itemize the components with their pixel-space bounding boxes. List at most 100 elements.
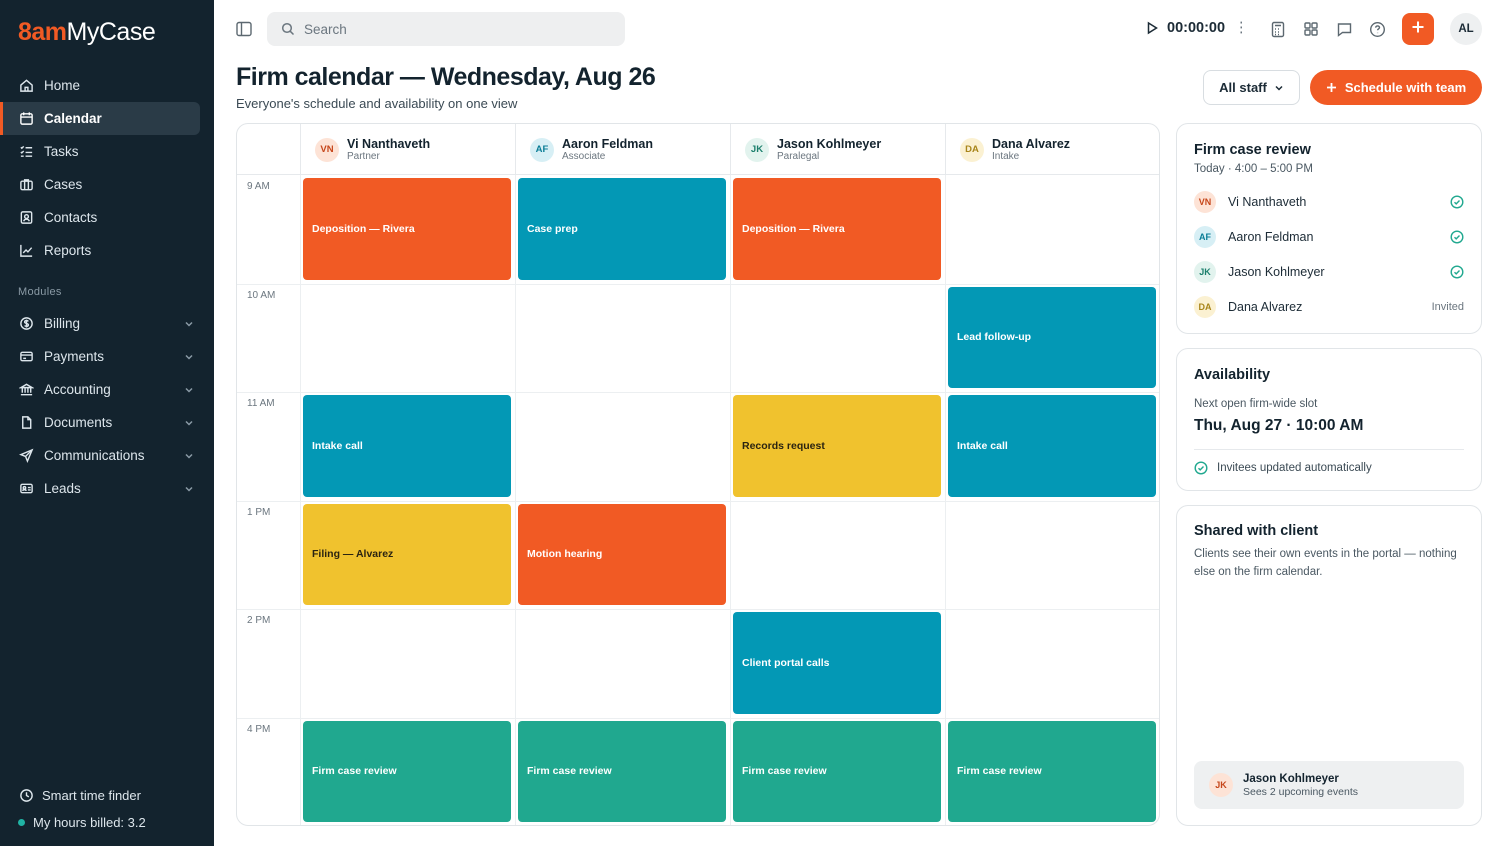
hour-divider	[237, 609, 1159, 610]
sidebar-item-leads[interactable]: Leads	[0, 472, 200, 505]
time-label: 1 PM	[247, 506, 271, 518]
calendar-event[interactable]: Firm case review	[518, 720, 726, 822]
calendar-event[interactable]: Case prep	[518, 178, 726, 280]
main-nav: Home Calendar Tasks Cases Contacts Repor…	[0, 69, 214, 505]
next-slot-value[interactable]: Thu, Aug 27 · 10:00 AM	[1194, 417, 1363, 435]
staff-column-header[interactable]: AF Aaron Feldman Associate	[515, 124, 730, 175]
briefcase-icon	[18, 177, 34, 193]
staff-column-header[interactable]: DA Dana Alvarez Intake	[945, 124, 1159, 175]
avatar: JK	[1209, 773, 1233, 797]
sidebar-item-communications[interactable]: Communications	[0, 439, 200, 472]
add-button[interactable]	[1402, 13, 1434, 45]
sidebar-item-label: Documents	[44, 415, 113, 430]
chevron-down-icon[interactable]	[184, 449, 194, 464]
staff-column-header[interactable]: JK Jason Kohlmeyer Paralegal	[730, 124, 945, 175]
plus-icon	[1411, 20, 1425, 39]
schedule-with-team-button[interactable]: Schedule with team	[1310, 70, 1482, 105]
top-bar: Search 00:00:00 ⋮ AL	[214, 0, 1504, 58]
sidebar: 8amMyCase Home Calendar Tasks Cases Cont…	[0, 0, 214, 846]
next-slot-label: Next open firm-wide slot	[1194, 398, 1318, 410]
chevron-down-icon[interactable]	[184, 350, 194, 365]
calendar-event[interactable]: Deposition — Rivera	[733, 178, 941, 280]
dollar-icon	[18, 316, 34, 332]
event-title: Firm case review	[1194, 142, 1311, 158]
calendar-event[interactable]: Firm case review	[733, 720, 941, 822]
bank-icon	[18, 382, 34, 398]
staff-name: Aaron Feldman	[562, 136, 653, 151]
calendar-event[interactable]: Lead follow-up	[948, 286, 1156, 388]
document-icon	[18, 415, 34, 431]
plus-icon	[1326, 82, 1337, 93]
search-input[interactable]: Search	[267, 12, 625, 46]
sidebar-item-label: Accounting	[44, 382, 111, 397]
chevron-down-icon[interactable]	[184, 383, 194, 398]
sidebar-item-billing[interactable]: Billing	[0, 307, 200, 340]
attendee-row[interactable]: DA Dana Alvarez Invited	[1194, 295, 1464, 319]
sidebar-item-reports[interactable]: Reports	[0, 234, 200, 267]
smart-time-finder-label: Smart time finder	[42, 788, 141, 803]
calendar-event[interactable]: Firm case review	[303, 720, 511, 822]
timer-value: 00:00:00	[1167, 20, 1226, 36]
chevron-down-icon[interactable]	[184, 317, 194, 332]
calendar-icon	[18, 111, 34, 127]
avatar: DA	[960, 137, 984, 162]
attendee-row[interactable]: VN Vi Nanthaveth	[1194, 190, 1464, 214]
event-detail-card[interactable]: Firm case review Today · 4:00 – 5:00 PM …	[1176, 123, 1482, 334]
staff-role: Partner	[347, 150, 380, 162]
chat-icon[interactable]	[1335, 20, 1353, 38]
check-circle-icon	[1194, 461, 1208, 475]
avatar: JK	[745, 137, 769, 162]
sidebar-item-documents[interactable]: Documents	[0, 406, 200, 439]
sidebar-item-label: Reports	[44, 243, 92, 258]
staff-name: Jason Kohlmeyer	[777, 136, 882, 151]
calendar-event[interactable]: Records request	[733, 395, 941, 497]
sidebar-item-calendar[interactable]: Calendar	[0, 102, 200, 135]
hours-billed-label: My hours billed: 3.2	[33, 815, 146, 830]
divider	[1194, 449, 1464, 450]
play-icon[interactable]	[1145, 21, 1159, 35]
sidebar-toggle-icon[interactable]	[235, 20, 253, 38]
calendar-event[interactable]: Motion hearing	[518, 503, 726, 605]
apps-grid-icon[interactable]	[1302, 20, 1320, 38]
sidebar-item-accounting[interactable]: Accounting	[0, 373, 200, 406]
more-vertical-icon[interactable]: ⋮	[1234, 20, 1249, 36]
sidebar-item-home[interactable]: Home	[0, 69, 200, 102]
time-tracker[interactable]: 00:00:00 ⋮	[1145, 20, 1249, 36]
sidebar-item-label: Payments	[44, 349, 105, 364]
smart-time-finder-link[interactable]: Smart time finder	[0, 782, 214, 809]
attendee-row[interactable]: AF Aaron Feldman	[1194, 225, 1464, 249]
sidebar-footer: Smart time finder My hours billed: 3.2	[0, 782, 214, 836]
help-icon[interactable]	[1368, 20, 1386, 38]
staff-filter-dropdown[interactable]: All staff	[1203, 70, 1300, 105]
app-logo[interactable]: 8amMyCase	[18, 18, 156, 47]
sidebar-item-payments[interactable]: Payments	[0, 340, 200, 373]
calendar-event[interactable]: Intake call	[303, 395, 511, 497]
hour-divider	[237, 717, 1159, 719]
shared-with-client-card: Shared with client Clients see their own…	[1176, 505, 1482, 826]
chevron-down-icon[interactable]	[184, 416, 194, 431]
shared-description: Clients see their own events in the port…	[1194, 548, 1457, 578]
sidebar-item-cases[interactable]: Cases	[0, 168, 200, 201]
calendar-event[interactable]: Client portal calls	[733, 612, 941, 714]
calculator-icon[interactable]	[1269, 20, 1287, 38]
calendar-event[interactable]: Intake call	[948, 395, 1156, 497]
attendee-row[interactable]: JK Jason Kohlmeyer	[1194, 260, 1464, 284]
sidebar-item-contacts[interactable]: Contacts	[0, 201, 200, 234]
user-avatar[interactable]: AL	[1450, 13, 1482, 45]
chevron-down-icon[interactable]	[184, 482, 194, 497]
chart-icon	[18, 243, 34, 259]
check-circle-icon	[1450, 230, 1464, 244]
availability-card: Availability Next open firm-wide slot Th…	[1176, 348, 1482, 491]
invite-status: Invited	[1431, 301, 1464, 313]
time-label: 10 AM	[247, 289, 276, 301]
calendar-event[interactable]: Filing — Alvarez	[303, 503, 511, 605]
calendar-event[interactable]: Deposition — Rivera	[303, 178, 511, 280]
sidebar-item-tasks[interactable]: Tasks	[0, 135, 200, 168]
staff-column-header[interactable]: VN Vi Nanthaveth Partner	[300, 124, 515, 175]
calendar-event[interactable]: Firm case review	[948, 720, 1156, 822]
event-time: Today · 4:00 – 5:00 PM	[1194, 163, 1313, 175]
attendee-name: Dana Alvarez	[1228, 300, 1303, 314]
sidebar-item-label: Tasks	[44, 144, 79, 159]
page-subtitle: Everyone's schedule and availability on …	[236, 96, 518, 111]
client-preview[interactable]: JK Jason Kohlmeyer Sees 2 upcoming event…	[1194, 761, 1464, 809]
